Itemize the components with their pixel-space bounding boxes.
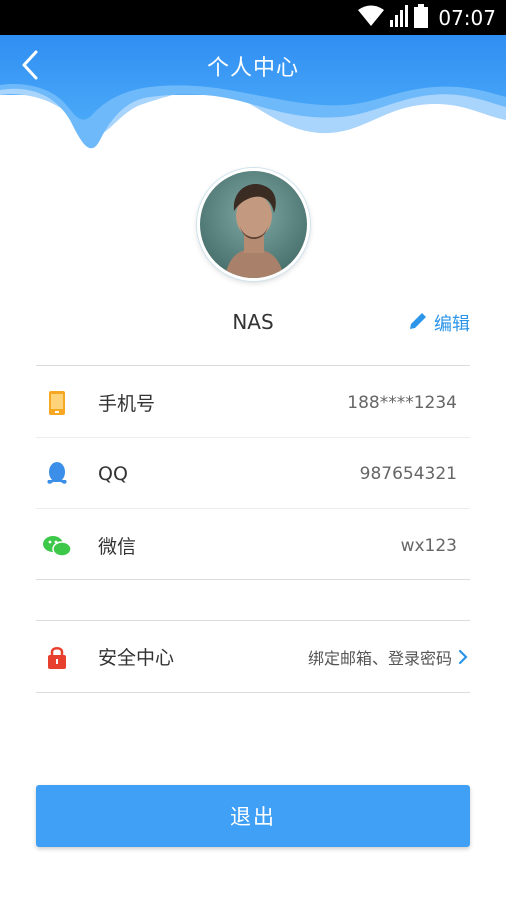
contact-value: wx123 <box>400 535 457 556</box>
security-label: 安全中心 <box>98 647 175 669</box>
edit-label: 编辑 <box>434 314 470 335</box>
edit-button[interactable]: 编辑 <box>408 310 470 336</box>
divider <box>36 365 470 366</box>
contact-label: 手机号 <box>98 393 156 415</box>
divider <box>36 692 470 693</box>
wechat-icon <box>36 535 78 557</box>
divider <box>36 579 470 580</box>
logout-button[interactable]: 退出 <box>36 785 470 847</box>
security-center-row[interactable]: 安全中心 绑定邮箱、登录密码 <box>36 621 470 692</box>
phone-icon <box>36 390 78 415</box>
status-indicators: 07:07 <box>358 0 496 35</box>
signal-icon <box>390 4 409 31</box>
chevron-right-icon <box>458 648 470 666</box>
contact-label: 微信 <box>98 536 137 558</box>
page-title: 个人中心 <box>206 56 299 81</box>
status-time: 07:07 <box>438 5 496 30</box>
pencil-icon <box>408 311 428 336</box>
avatar[interactable] <box>197 168 310 281</box>
contact-label: QQ <box>98 462 128 485</box>
status-bar: 07:07 <box>0 0 506 35</box>
qq-icon <box>36 461 78 486</box>
security-value: 绑定邮箱、登录密码 <box>307 648 452 668</box>
contact-row-phone[interactable]: 手机号 188****1234 <box>36 367 470 438</box>
contact-row-wechat[interactable]: 微信 wx123 <box>36 510 470 581</box>
header: 个人中心 <box>0 35 506 160</box>
battery-icon <box>414 3 429 32</box>
avatar-photo <box>200 171 307 278</box>
wifi-icon <box>358 5 385 31</box>
contact-value: 987654321 <box>359 463 457 484</box>
divider <box>36 508 470 509</box>
contact-value: 188****1234 <box>347 392 457 413</box>
lock-icon <box>36 645 78 669</box>
contact-row-qq[interactable]: QQ 987654321 <box>36 438 470 509</box>
